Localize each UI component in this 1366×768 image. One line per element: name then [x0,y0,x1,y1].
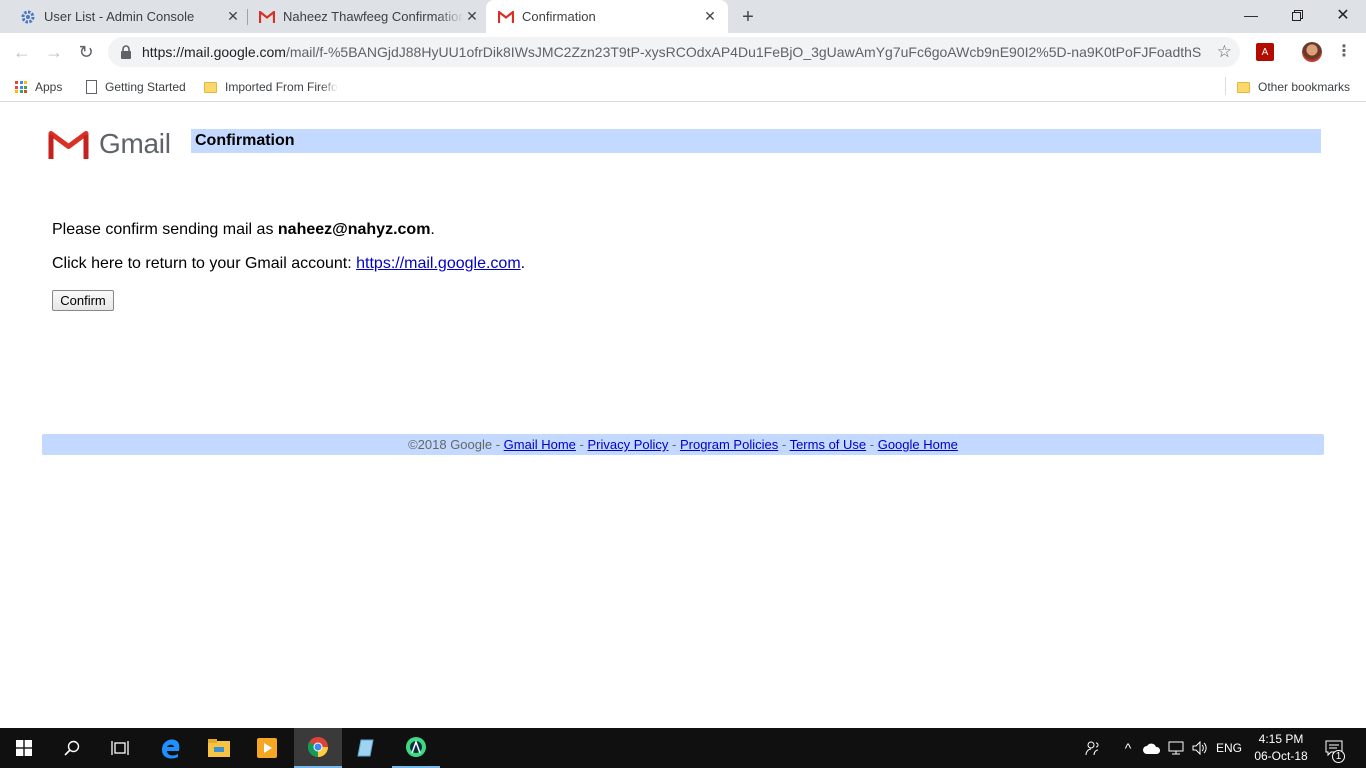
new-tab-icon[interactable]: + [737,6,759,28]
footer-link-gmail-home[interactable]: Gmail Home [504,437,576,452]
tab-title: Naheez Thawfeeg Confirmation - [283,9,464,24]
page-title: Confirmation [195,132,295,149]
gmail-icon [498,9,514,25]
punctuation: . [430,221,435,238]
minimize-icon[interactable]: — [1228,0,1274,30]
tab-confirmation[interactable]: Confirmation ✕ [486,0,728,33]
network-icon[interactable] [1166,728,1186,768]
folder-icon [204,81,217,93]
url-text: https://mail.google.com/mail/f-%5BANGjdJ… [142,44,1202,60]
bookmark-imported-folder[interactable]: Imported From Firefo [204,77,339,97]
bookmark-label: Imported From Firefo [225,80,338,94]
android-studio-icon[interactable] [392,728,440,768]
chevron-up-icon[interactable]: ^ [1120,728,1136,768]
language-indicator[interactable]: ENG [1214,728,1244,768]
return-message-text: Click here to return to your Gmail accou… [52,255,357,272]
bookmark-other[interactable]: Other bookmarks [1237,77,1350,97]
address-bar[interactable]: https://mail.google.com/mail/f-%5BANGjdJ… [108,37,1240,67]
bookmarks-divider [1225,77,1226,95]
tab-title: User List - Admin Console [44,9,195,24]
admin-gear-icon [20,9,36,25]
action-center-icon[interactable]: 1 [1322,728,1346,768]
gmail-logo-text: Gmail [99,128,171,159]
edge-browser-icon[interactable] [147,728,195,768]
taskbar-clock[interactable]: 4:15 PM 06-Oct-18 [1246,731,1316,765]
bookmark-getting-started[interactable]: Getting Started [86,77,186,97]
bookmark-label: Other bookmarks [1258,80,1351,94]
task-view-icon[interactable] [96,728,144,768]
file-explorer-icon[interactable] [195,728,243,768]
footer-separator: - [668,437,680,452]
confirm-button[interactable]: Confirm [52,290,114,311]
footer-separator: - [575,437,588,452]
gmail-m-icon [48,131,89,159]
bookmarks-bar: Apps Getting Started Imported From Firef… [0,71,1366,102]
onedrive-cloud-icon[interactable] [1141,728,1163,768]
clock-time: 4:15 PM [1258,732,1304,746]
bookmark-apps[interactable]: Apps [15,77,62,97]
confirm-message: Please confirm sending mail as naheez@na… [52,221,435,239]
volume-icon[interactable] [1190,728,1210,768]
close-icon[interactable]: ✕ [702,8,718,25]
apps-grid-icon [15,81,27,93]
footer-link-program-policies[interactable]: Program Policies [680,437,778,452]
confirm-message-text: Please confirm sending mail as [52,221,278,238]
close-window-icon[interactable]: ✕ [1320,0,1366,30]
footer-separator: - [866,437,878,452]
tab-strip: User List - Admin Console ✕ Naheez Thawf… [0,0,1366,33]
browser-toolbar: ← → ↻ https://mail.google.com/mail/f-%5B… [0,33,1366,71]
notepad-icon[interactable] [342,728,390,768]
chrome-icon[interactable] [294,728,342,768]
page-icon [86,80,97,94]
windows-start-icon[interactable] [0,728,48,768]
gmail-icon [259,9,275,25]
return-message: Click here to return to your Gmail accou… [52,255,525,273]
acrobat-extension-icon[interactable]: A [1256,43,1274,61]
punctuation: . [520,255,526,272]
windows-taskbar: ^ ENG [0,728,1366,768]
folder-icon [1237,81,1250,93]
search-icon[interactable] [48,728,96,768]
gmail-logo: Gmail [48,128,171,160]
tab-naheez-confirmation[interactable]: Naheez Thawfeeg Confirmation - ✕ [239,0,486,33]
forward-icon[interactable]: → [42,40,66,64]
people-icon[interactable] [1082,728,1104,768]
notification-count-badge: 1 [1332,750,1345,763]
sender-email: naheez@nahyz.com [277,221,431,238]
back-icon[interactable]: ← [10,40,34,64]
footer-link-terms-of-use[interactable]: Terms of Use [790,437,867,452]
clock-date: 06-Oct-18 [1254,749,1308,763]
page-footer: ©2018 Google - Gmail Home - Privacy Poli… [42,434,1324,455]
tab-admin-console[interactable]: User List - Admin Console ✕ [0,0,247,33]
close-icon[interactable]: ✕ [464,8,480,25]
restore-icon[interactable] [1274,0,1320,30]
footer-separator: - [778,437,790,452]
reload-icon[interactable]: ↻ [74,40,98,64]
lock-icon [120,45,134,59]
footer-link-privacy-policy[interactable]: Privacy Policy [587,437,668,452]
menu-kebab-icon[interactable]: ⋮ [1336,42,1352,62]
gmail-return-link[interactable]: https://mail.google.com [356,255,521,272]
bookmark-label: Getting Started [105,80,186,94]
tab-title: Confirmation [522,9,596,24]
copyright-text: ©2018 Google - [408,437,504,452]
bookmark-star-icon[interactable]: ☆ [1217,42,1232,62]
footer-link-google-home[interactable]: Google Home [878,437,958,452]
profile-avatar[interactable] [1302,42,1322,62]
bookmark-label: Apps [35,80,63,94]
media-player-icon[interactable] [243,728,291,768]
page-header-band: Confirmation [191,129,1321,153]
